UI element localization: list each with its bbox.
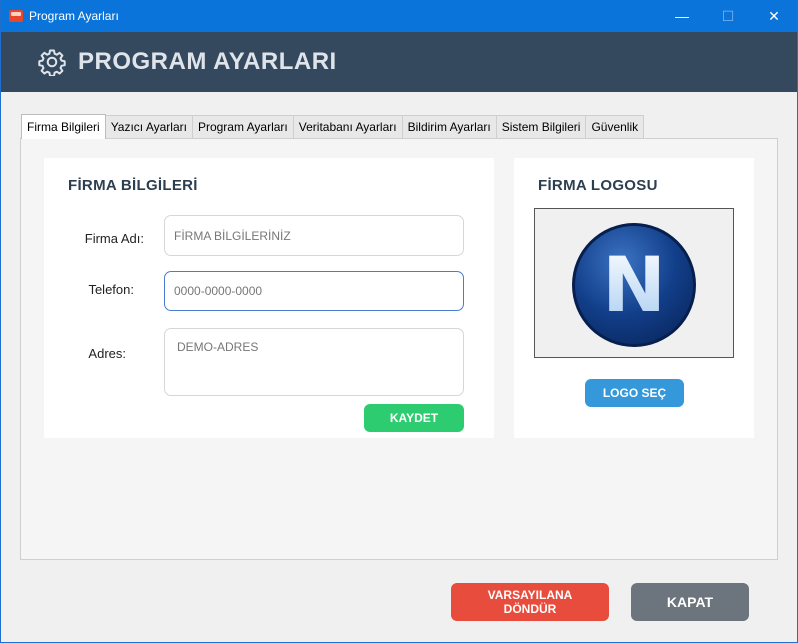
page-header: PROGRAM AYARLARI [1,32,797,92]
logo-preview: N [534,208,734,358]
close-button[interactable]: KAPAT [631,583,749,621]
reset-label: VARSAYILANA DÖNDÜR [488,588,573,616]
logo-select-button[interactable]: LOGO SEÇ [585,379,684,407]
tab-yazici-ayarlari[interactable]: Yazıcı Ayarları [104,115,193,138]
close-icon[interactable]: ✕ [751,0,797,32]
company-logo-card: FİRMA LOGOSU N LOGO SEÇ [514,158,754,438]
company-logo-title: FİRMA LOGOSU [538,177,658,194]
reset-label-line1: VARSAYILANA [487,588,573,602]
app-icon [9,10,23,22]
settings-window: Program Ayarları — ☐ ✕ PROGRAM AYARLARI … [0,0,798,643]
company-info-card: FİRMA BİLGİLERİ Firma Adı: FİRMA BİLGİLE… [44,158,494,438]
settings-tabs: Firma Bilgileri Yazıcı Ayarları Program … [21,114,645,139]
tab-guvenlik[interactable]: Güvenlik [585,115,645,138]
reset-label-line2: DÖNDÜR [503,602,557,616]
maximize-icon[interactable]: ☐ [705,0,751,32]
phone-input[interactable]: 0000-0000-0000 [164,271,464,311]
company-logo-image: N [572,223,696,347]
title-bar[interactable]: Program Ayarları — ☐ ✕ [1,0,797,32]
phone-label: Telefon: [88,282,134,297]
minimize-icon[interactable]: — [659,0,705,32]
company-name-input[interactable]: FİRMA BİLGİLERİNİZ [164,215,464,256]
company-name-label: Firma Adı: [84,231,144,246]
address-label: Adres: [88,346,126,361]
tab-firma-bilgileri[interactable]: Firma Bilgileri [21,114,106,139]
tab-veritabani-ayarlari[interactable]: Veritabanı Ayarları [292,115,403,138]
address-textarea[interactable]: DEMO-ADRES [164,328,464,396]
tab-sistem-bilgileri[interactable]: Sistem Bilgileri [495,115,587,138]
reset-defaults-button[interactable]: VARSAYILANA DÖNDÜR [451,583,609,621]
save-button[interactable]: KAYDET [364,404,464,432]
window-title: Program Ayarları [29,9,119,23]
logo-letter: N [602,240,666,329]
page-title: PROGRAM AYARLARI [78,48,337,75]
company-info-title: FİRMA BİLGİLERİ [68,177,198,194]
tab-program-ayarlari[interactable]: Program Ayarları [191,115,294,138]
tab-bildirim-ayarlari[interactable]: Bildirim Ayarları [401,115,497,138]
gear-icon [38,49,66,76]
window-controls: — ☐ ✕ [659,0,797,32]
